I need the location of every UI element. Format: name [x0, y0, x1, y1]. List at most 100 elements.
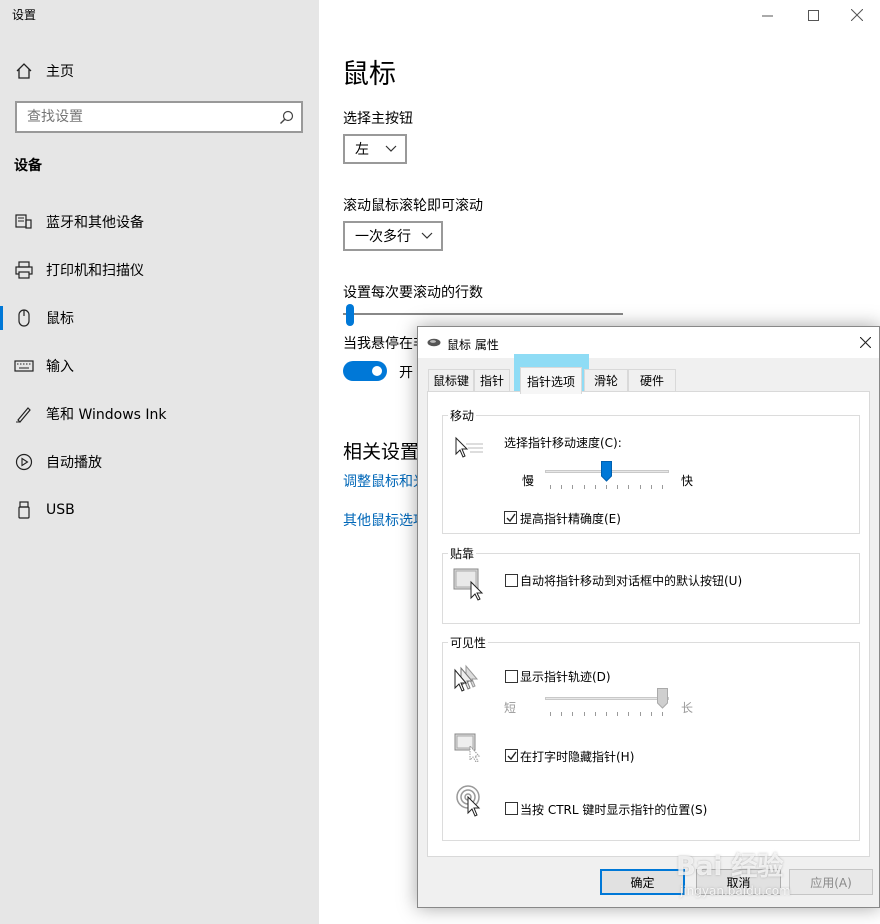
tab-pointers[interactable]: 指针	[474, 369, 510, 391]
checkmark-icon	[506, 513, 516, 523]
slider-tick	[572, 712, 574, 716]
scroll-value: 一次多行	[355, 229, 411, 245]
slider-tick	[583, 712, 585, 716]
trails-slider-thumb[interactable]	[657, 688, 668, 709]
maximize-icon	[807, 9, 819, 21]
window-title: 设置	[12, 8, 37, 22]
primary-button-value: 左	[355, 142, 369, 158]
slider-tick	[606, 712, 607, 716]
bluetooth-devices-icon	[15, 214, 32, 229]
hover-toggle-state: 开	[399, 365, 413, 381]
settings-sidebar: 设置 主页 设备 蓝牙和其他设备 打印机和扫描仪 鼠标 输入 笔和 Window…	[0, 0, 319, 924]
sidebar-item-printers[interactable]: 打印机和扫描仪	[0, 246, 319, 294]
snap-group-title: 贴靠	[448, 545, 477, 562]
scroll-label: 滚动鼠标滚轮即可滚动	[343, 198, 483, 214]
slider-tick	[639, 712, 641, 716]
close-icon[interactable]	[860, 337, 871, 348]
slider-tick	[662, 712, 663, 716]
sidebar-item-label: USB	[46, 502, 75, 518]
search-input[interactable]	[25, 108, 269, 126]
lines-label: 设置每次要滚动的行数	[343, 285, 483, 301]
tab-hardware[interactable]: 硬件	[628, 369, 676, 391]
slider-tick	[550, 712, 551, 716]
slider-tick	[628, 712, 630, 716]
checkmark-icon	[507, 751, 517, 761]
tab-wheel[interactable]: 滑轮	[584, 369, 628, 391]
chevron-down-icon	[385, 145, 397, 152]
sidebar-item-label: 蓝牙和其他设备	[46, 215, 144, 231]
sidebar-item-label: 打印机和扫描仪	[46, 263, 144, 279]
hide-pointer-label: 在打字时隐藏指针(H)	[520, 750, 635, 764]
tab-pointer-options[interactable]: 指针选项	[520, 367, 582, 394]
close-button[interactable]	[834, 0, 880, 30]
pointer-trails-icon	[454, 664, 479, 692]
maximize-button[interactable]	[790, 0, 836, 30]
lines-slider-thumb[interactable]	[345, 304, 354, 326]
hover-toggle[interactable]	[343, 361, 387, 381]
related-link-mouse-options[interactable]: 其他鼠标选项	[343, 510, 427, 530]
section-title: 设备	[14, 158, 42, 174]
sidebar-item-bluetooth[interactable]: 蓝牙和其他设备	[0, 198, 319, 246]
printer-icon	[15, 261, 33, 279]
minimize-button[interactable]	[744, 0, 790, 30]
dialog-title: 鼠标 属性	[447, 338, 499, 352]
lines-slider-track[interactable]	[343, 313, 623, 315]
sidebar-item-mouse[interactable]: 鼠标	[0, 294, 319, 342]
ctrl-locate-checkbox[interactable]	[505, 802, 518, 815]
precision-checkbox[interactable]	[504, 511, 517, 524]
minimize-icon	[761, 15, 773, 16]
speed-slider-thumb[interactable]	[601, 461, 612, 482]
sidebar-item-home[interactable]: 主页	[0, 47, 319, 95]
slider-tick	[583, 485, 585, 489]
slider-tick	[594, 485, 596, 489]
sidebar-item-label: 输入	[46, 359, 74, 375]
tab-buttons[interactable]: 鼠标键	[428, 369, 474, 391]
search-box[interactable]	[15, 101, 303, 133]
sidebar-item-label: 笔和 Windows Ink	[46, 407, 167, 423]
page-title: 鼠标	[342, 59, 396, 90]
hide-pointer-icon	[454, 733, 481, 762]
primary-button-dropdown[interactable]: 左	[343, 134, 407, 164]
pen-icon	[16, 407, 31, 423]
chevron-down-icon	[421, 232, 433, 239]
hover-label: 当我悬停在非	[343, 336, 427, 352]
trails-label: 显示指针轨迹(D)	[520, 670, 611, 684]
sidebar-item-usb[interactable]: USB	[0, 486, 319, 534]
mouse-icon	[18, 309, 30, 327]
speed-label: 选择指针移动速度(C):	[504, 436, 622, 450]
dialog-titlebar: 鼠标 属性	[418, 327, 879, 358]
keyboard-icon	[14, 360, 34, 372]
snap-label: 自动将指针移动到对话框中的默认按钮(U)	[520, 574, 743, 588]
ok-button[interactable]: 确定	[600, 869, 685, 895]
apply-button[interactable]: 应用(A)	[789, 869, 873, 895]
snap-to-icon	[453, 568, 484, 601]
slider-tick	[650, 712, 652, 716]
scroll-dropdown[interactable]: 一次多行	[343, 221, 443, 251]
precision-label: 提高指针精确度(E)	[520, 512, 621, 526]
slider-tick	[550, 485, 551, 489]
related-link-pointer[interactable]: 调整鼠标和光	[343, 471, 427, 491]
sidebar-item-label: 自动播放	[46, 455, 102, 471]
mouse-icon	[427, 338, 441, 347]
slider-tick	[628, 485, 630, 489]
visibility-group-title: 可见性	[448, 634, 489, 651]
search-icon[interactable]	[279, 110, 294, 125]
snap-checkbox[interactable]	[505, 574, 518, 587]
trails-slider-track[interactable]	[545, 697, 669, 700]
tab-panel: 移动 选择指针移动速度(C): 慢 快 提高指针精确度(E) 贴靠 自动将指针移…	[427, 391, 870, 857]
close-icon	[851, 9, 863, 21]
trails-long-label: 长	[681, 701, 694, 715]
slider-tick	[639, 485, 641, 489]
ctrl-locate-icon	[456, 785, 481, 817]
slider-tick	[617, 712, 619, 716]
slider-tick	[561, 485, 563, 489]
sidebar-item-pen[interactable]: 笔和 Windows Ink	[0, 390, 319, 438]
slider-tick	[650, 485, 652, 489]
sidebar-item-label: 鼠标	[46, 311, 74, 327]
trails-checkbox[interactable]	[505, 670, 518, 683]
speed-slow-label: 慢	[522, 474, 535, 488]
slider-tick	[572, 485, 574, 489]
hide-pointer-checkbox[interactable]	[505, 749, 518, 762]
sidebar-item-typing[interactable]: 输入	[0, 342, 319, 390]
sidebar-item-autoplay[interactable]: 自动播放	[0, 438, 319, 486]
